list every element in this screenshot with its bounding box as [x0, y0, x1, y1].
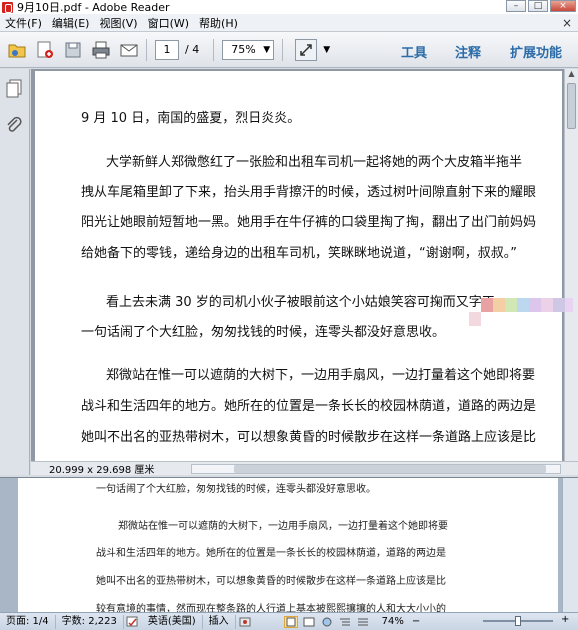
- zoom-slider[interactable]: [483, 616, 553, 626]
- toolbar: 1 / 4 75% ▼ ▼ 工具 注释 扩展功能: [0, 32, 578, 68]
- print-icon[interactable]: [90, 39, 112, 61]
- extended-link[interactable]: 扩展功能: [510, 42, 562, 61]
- word-status-bar: 页面: 1/4 字数: 2,223 英语(美国) 插入 74% − +: [0, 612, 578, 630]
- full-screen-view-icon[interactable]: [302, 616, 316, 628]
- vertical-scrollbar[interactable]: ▲: [564, 69, 578, 461]
- print-layout-view-icon[interactable]: [283, 615, 298, 628]
- menu-help[interactable]: 帮助(H): [194, 15, 243, 31]
- word-document-page[interactable]: 一句话闹了个大红脸，匆匆找钱的时候，连零头都没好意思收。 郑微站在惟一可以遮荫的…: [18, 478, 558, 612]
- scroll-up-arrow[interactable]: ▲: [565, 69, 578, 81]
- menu-file[interactable]: 文件(F): [0, 15, 47, 31]
- expand-menu-icon[interactable]: ▼: [323, 45, 330, 55]
- doc-line: 给她备下的零钱，递给身边的出租车司机，笑眯眯地说道，“谢谢啊，叔叔。”: [81, 246, 517, 261]
- page-number-input[interactable]: 1: [155, 39, 179, 60]
- language-status[interactable]: 英语(美国): [142, 614, 203, 629]
- tools-link[interactable]: 工具: [401, 42, 427, 61]
- overlay-tile: [553, 298, 565, 312]
- zoom-in-button[interactable]: +: [561, 614, 569, 625]
- overlay-tile: [541, 298, 553, 312]
- word-window: 一句话闹了个大红脸，匆匆找钱的时候，连零头都没好意思收。 郑微站在惟一可以遮荫的…: [0, 478, 578, 630]
- overlay-tile: [517, 298, 529, 312]
- zoom-value: 75%: [231, 42, 256, 56]
- doc-line: 看上去未满 30 岁的司机小伙子被眼前这个小姑娘笑容可掬而又字正: [106, 295, 495, 310]
- zoom-level[interactable]: 74%: [382, 616, 404, 627]
- open-file-icon[interactable]: [6, 39, 28, 61]
- macro-record-icon[interactable]: [238, 616, 252, 628]
- horizontal-scrollbar[interactable]: [191, 464, 561, 474]
- scroll-thumb[interactable]: [567, 83, 576, 129]
- comment-link[interactable]: 注释: [455, 42, 481, 61]
- document-view[interactable]: 9 月 10 日，南国的盛夏，烈日炎炎。 大学新鲜人郑微憋红了一张脸和出租车司机…: [31, 69, 564, 461]
- window-controls: – □ ×: [506, 0, 576, 12]
- word-line: 战斗和生活四年的地方。她所在的位置是一条长长的校园林荫道，道路的两边是: [96, 548, 446, 559]
- create-pdf-icon[interactable]: [34, 39, 56, 61]
- word-count-status[interactable]: 字数: 2,223: [56, 614, 124, 629]
- page-thumbnails-icon[interactable]: [5, 79, 25, 99]
- menu-window[interactable]: 窗口(W): [143, 15, 194, 31]
- menu-edit[interactable]: 编辑(E): [47, 15, 95, 31]
- proofing-icon[interactable]: [126, 616, 140, 628]
- zoom-slider-knob[interactable]: [515, 616, 521, 626]
- fit-page-icon[interactable]: [295, 38, 318, 61]
- page-total: / 4: [185, 43, 200, 56]
- document-page: 9 月 10 日，南国的盛夏，烈日炎炎。 大学新鲜人郑微憋红了一张脸和出租车司机…: [35, 71, 562, 461]
- word-line: 郑微站在惟一可以遮荫的大树下，一边用手扇风，一边打量着这个她即将要: [118, 521, 448, 532]
- word-line: 一句话闹了个大红脸，匆匆找钱的时候，连零头都没好意思收。: [96, 484, 376, 495]
- overlay-tile: [481, 298, 493, 312]
- doc-line: 战斗和生活四年的地方。她所在的位置是一条长长的校园林荫道，道路的两边是: [81, 399, 537, 414]
- status-line: 20.999 x 29.698 厘米: [31, 461, 578, 476]
- overlay-tile: [529, 298, 541, 312]
- navigation-pane: [0, 69, 30, 475]
- overlay-tile: [469, 312, 481, 326]
- outline-view-icon[interactable]: [338, 616, 352, 628]
- adobe-reader-icon: [2, 1, 13, 13]
- page-dimensions: 20.999 x 29.698 厘米: [49, 465, 155, 476]
- page-count-status[interactable]: 页面: 1/4: [0, 614, 56, 629]
- doc-line: 郑微站在惟一可以遮荫的大树下，一边用手扇风，一边打量着这个她即将要: [106, 368, 536, 383]
- attachment-icon[interactable]: [5, 115, 25, 135]
- doc-line: 拽从车尾箱里卸了下来，抬头用手背擦汗的时候，透过树叶间隙直射下来的耀眼: [81, 185, 537, 200]
- adobe-reader-window: 9月10日.pdf - Adobe Reader – □ × 文件(F) 编辑(…: [0, 0, 578, 478]
- zoom-out-button[interactable]: −: [412, 616, 420, 627]
- word-line: 较有意境的事情，然而现在整条路的人行道上基本被熙熙攘攘的人和大大小小的: [96, 604, 446, 612]
- menu-view[interactable]: 视图(V): [94, 15, 142, 31]
- minimize-button[interactable]: –: [506, 0, 526, 12]
- doc-line: 大学新鲜人郑微憋红了一张脸和出租车司机一起将她的两个大皮箱半拖半: [106, 155, 523, 170]
- word-line: 她叫不出名的亚热带树木，可以想象黄昏的时候散步在这样一条道路上应该是比: [96, 576, 446, 587]
- close-document-icon[interactable]: ×: [562, 16, 572, 30]
- draft-view-icon[interactable]: [356, 616, 370, 628]
- overlay-tile: [505, 298, 517, 312]
- window-title: 9月10日.pdf - Adobe Reader: [17, 1, 170, 14]
- doc-line: 9 月 10 日，南国的盛夏，烈日炎炎。: [81, 111, 301, 126]
- title-bar: 9月10日.pdf - Adobe Reader – □ ×: [0, 0, 578, 14]
- doc-line: 她叫不出名的亚热带树木，可以想象黄昏的时候散步在这样一条道路上应该是比: [81, 430, 537, 445]
- save-icon[interactable]: [62, 39, 84, 61]
- toolbar-separator: [213, 38, 215, 61]
- doc-line: 一句话闹了个大红脸，匆匆找钱的时候，连零头都没好意思收。: [81, 325, 446, 340]
- horizontal-scroll-thumb[interactable]: [234, 465, 546, 473]
- email-icon[interactable]: [118, 39, 140, 61]
- toolbar-separator: [146, 38, 147, 61]
- chevron-down-icon: ▼: [263, 44, 271, 55]
- insert-mode-status[interactable]: 插入: [203, 614, 236, 629]
- overlay-tile: [565, 298, 573, 312]
- toolbar-separator: [282, 38, 284, 61]
- close-button[interactable]: ×: [550, 0, 576, 12]
- menu-bar: 文件(F) 编辑(E) 视图(V) 窗口(W) 帮助(H) ×: [0, 14, 578, 32]
- overlay-tile: [493, 298, 505, 312]
- doc-line: 阳光让她眼前短暂地一黑。她用手在牛仔裤的口袋里掏了掏，翻出了出门前妈妈: [81, 215, 537, 230]
- word-vertical-scrollbar[interactable]: [562, 478, 578, 612]
- zoom-select[interactable]: 75% ▼: [222, 39, 275, 60]
- web-layout-view-icon[interactable]: [320, 616, 334, 628]
- maximize-button[interactable]: □: [528, 0, 548, 12]
